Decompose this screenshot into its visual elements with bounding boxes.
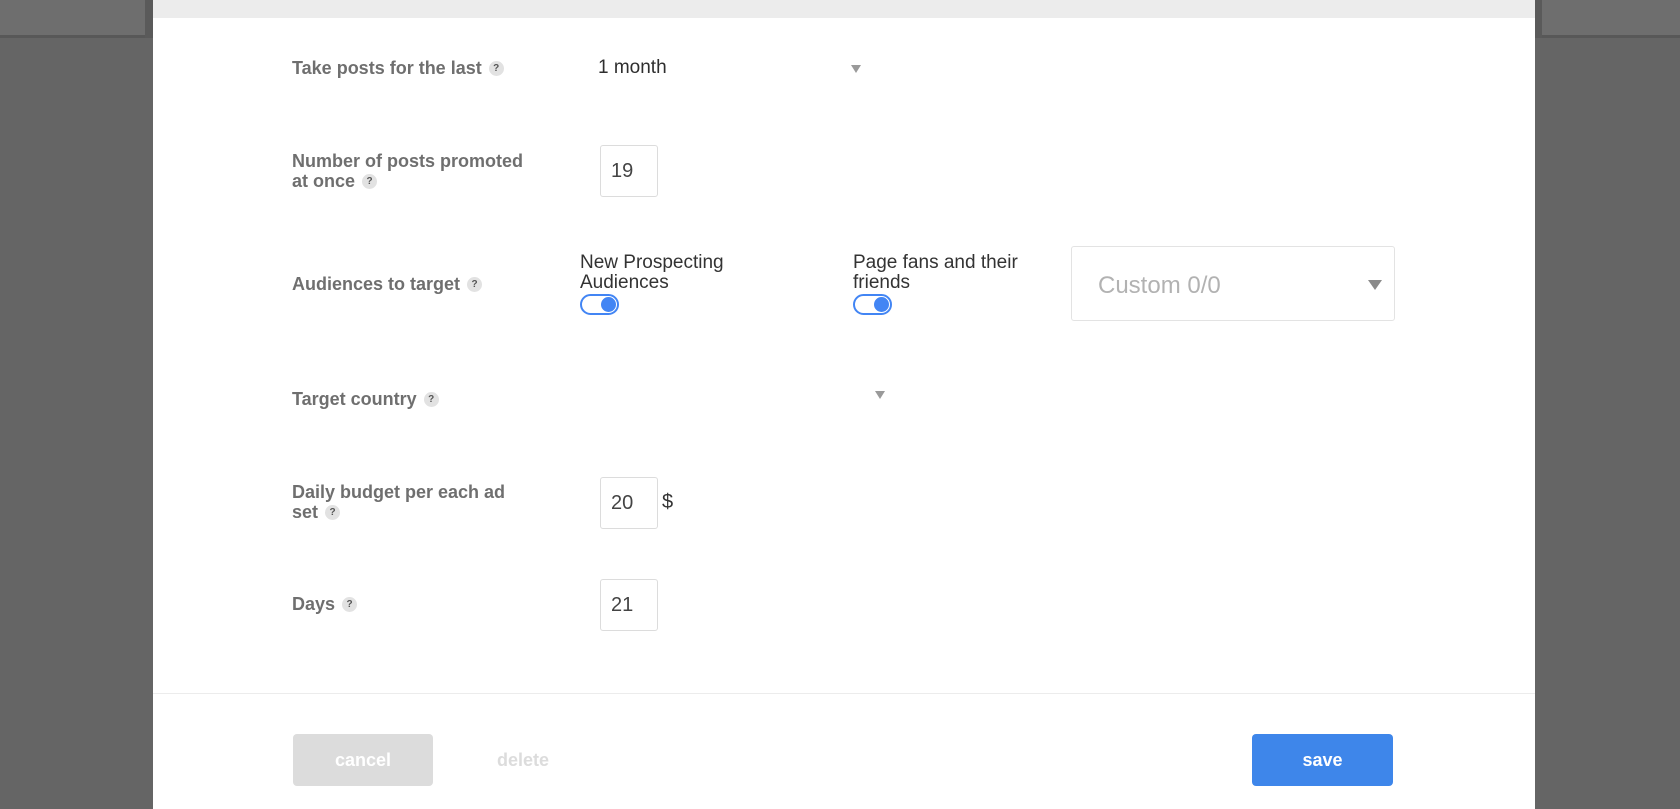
help-icon[interactable]: ? [467,276,483,292]
footer-divider [153,693,1535,694]
chevron-down-icon[interactable] [875,391,885,399]
posts-promoted-label-line2: at once [292,171,356,191]
modal-header-bar [153,0,1535,18]
fans-label: Page fans and their friends [853,253,1018,293]
help-icon[interactable]: ? [423,391,439,407]
audiences-label: Audiences to target [292,274,461,294]
help-icon[interactable]: ? [342,596,358,612]
modal-edge-right [1535,0,1542,38]
fans-label-line1: Page fans and their [853,252,1018,273]
custom-audience-value: Custom 0/0 [1098,272,1221,299]
fans-toggle[interactable] [853,294,892,315]
save-button[interactable]: save [1252,734,1393,786]
help-icon[interactable]: ? [325,504,341,520]
target-country-label-row: Target country? [292,389,439,409]
chevron-down-icon[interactable] [851,65,861,73]
help-icon[interactable]: ? [488,60,504,76]
prospecting-label: New Prospecting Audiences [580,253,724,293]
currency-symbol: $ [662,491,674,513]
prospecting-toggle[interactable] [580,294,619,315]
audiences-label-row: Audiences to target? [292,274,483,294]
days-label: Days [292,594,336,614]
settings-modal: Take posts for the last? 1 month Number … [153,0,1535,809]
posts-promoted-value: 19 [611,160,634,182]
days-value: 21 [611,594,634,616]
help-icon[interactable]: ? [362,173,378,189]
delete-button[interactable]: delete [473,734,573,786]
daily-budget-label-line1: Daily budget per each ad [292,482,506,502]
posts-promoted-label-row: Number of posts promoted at once? [292,151,523,191]
daily-budget-label-row: Daily budget per each ad set? [292,482,505,522]
daily-budget-value: 20 [611,492,634,514]
modal-edge-left [145,0,153,38]
prospecting-label-line1: New Prospecting [580,252,724,273]
custom-audience-select[interactable]: Custom 0/0 [1071,246,1395,321]
days-input[interactable]: 21 [600,579,658,631]
cancel-button[interactable]: cancel [293,734,433,786]
chevron-down-icon [1368,280,1382,290]
take-posts-value: 1 month [598,57,667,78]
toggle-knob [874,297,889,312]
target-country-select[interactable] [598,388,868,410]
toggle-knob [601,297,616,312]
daily-budget-input[interactable]: 20 [600,477,658,529]
take-posts-label: Take posts for the last [292,58,482,78]
take-posts-select[interactable]: 1 month [598,57,667,79]
daily-budget-label-line2: set [292,502,319,522]
prospecting-label-line2: Audiences [580,272,669,293]
take-posts-label-row: Take posts for the last? [292,58,504,78]
posts-promoted-label-line1: Number of posts promoted [292,151,524,171]
days-label-row: Days? [292,594,358,614]
fans-label-line2: friends [853,272,911,293]
posts-promoted-input[interactable]: 19 [600,145,658,197]
target-country-label: Target country [292,389,417,409]
